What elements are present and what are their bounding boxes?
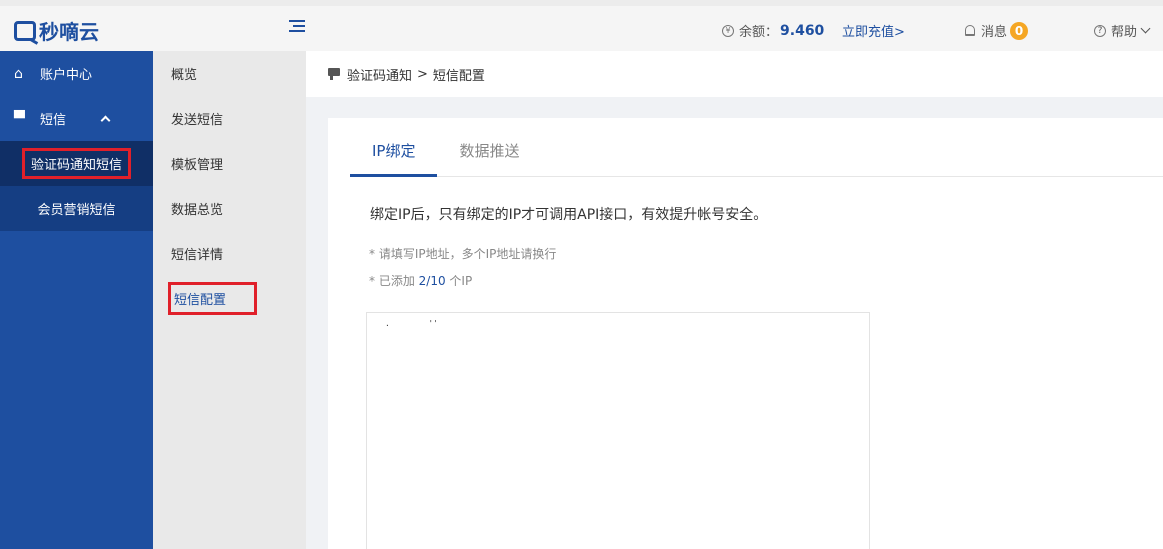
ip-count-suffix: 个IP — [445, 274, 473, 288]
sidebar: ⌂ 账户中心 ▀ 短信 验证码通知短信 会员营销短信 — [0, 51, 153, 549]
tab-ip-binding[interactable]: IP绑定 — [350, 118, 438, 177]
ip-input-hint: * 请填写IP地址，多个IP地址请换行 — [369, 247, 557, 261]
menu-item-sms-config[interactable]: 短信配置 — [153, 276, 306, 321]
bell-icon — [965, 25, 975, 36]
messages-count-badge: 0 — [1010, 21, 1029, 40]
home-icon: ⌂ — [14, 65, 23, 82]
breadcrumb: 验证码通知 > 短信配置 — [306, 51, 1163, 97]
message-icon: ▀ — [14, 110, 25, 127]
ip-binding-description: 绑定IP后，只有绑定的IP才可调用API接口，有效提升帐号安全。 — [370, 207, 768, 223]
ip-list-textarea[interactable]: . '' — [366, 312, 870, 549]
tab-bar: IP绑定 数据推送 — [350, 118, 1163, 177]
menu-item-overview[interactable]: 概览 — [153, 51, 306, 96]
sidebar-submenu: 验证码通知短信 会员营销短信 — [0, 141, 153, 231]
sidebar-subitem-marketing-sms[interactable]: 会员营销短信 — [0, 186, 153, 231]
chevron-up-icon — [100, 115, 111, 126]
menu-item-send-sms[interactable]: 发送短信 — [153, 96, 306, 141]
help-icon: ? — [1094, 24, 1106, 37]
breadcrumb-parent[interactable]: 验证码通知 — [347, 65, 412, 84]
logo[interactable]: 秒嘀云 — [14, 16, 99, 45]
config-card: IP绑定 数据推送 绑定IP后，只有绑定的IP才可调用API接口，有效提升帐号安… — [328, 118, 1163, 549]
sidebar-item-account[interactable]: ⌂ 账户中心 — [0, 51, 153, 96]
sidebar-item-label: 账户中心 — [40, 68, 93, 83]
secondary-menu: 概览 发送短信 模板管理 数据总览 短信详情 短信配置 — [153, 51, 306, 549]
recharge-link[interactable]: 立即充值> — [842, 21, 905, 40]
top-header: 秒嘀云 ¥ 余额： 9.460 立即充值> 消息 0 ? 帮助 — [0, 0, 1163, 51]
balance-value: 9.460 — [780, 22, 825, 39]
message-icon — [328, 68, 342, 80]
menu-item-data-overview[interactable]: 数据总览 — [153, 186, 306, 231]
sidebar-subitem-label: 会员营销短信 — [37, 203, 116, 218]
help-label: 帮助 — [1111, 25, 1138, 40]
coin-icon: ¥ — [722, 24, 734, 37]
menu-toggle-icon[interactable] — [289, 20, 305, 34]
logo-text: 秒嘀云 — [39, 20, 99, 44]
logo-icon — [14, 20, 36, 41]
chevron-down-icon — [1140, 23, 1151, 34]
ip-count-hint: * 已添加 2/10 个IP — [369, 272, 472, 289]
sidebar-item-label: 短信 — [40, 113, 67, 128]
menu-item-sms-details[interactable]: 短信详情 — [153, 231, 306, 276]
balance-display: ¥ 余额： 9.460 — [722, 21, 824, 40]
breadcrumb-current: 短信配置 — [432, 68, 485, 84]
ip-count-value: 2/10 — [418, 274, 446, 288]
help-menu[interactable]: ? 帮助 — [1094, 21, 1151, 40]
ip-count-prefix: * 已添加 — [369, 274, 419, 288]
sidebar-subitem-label: 验证码通知短信 — [21, 148, 131, 179]
menu-item-label: 短信配置 — [168, 282, 258, 315]
sidebar-subitem-verification-sms[interactable]: 验证码通知短信 — [0, 141, 153, 186]
balance-label: 余额： — [739, 25, 779, 40]
sidebar-item-sms[interactable]: ▀ 短信 — [0, 96, 153, 141]
menu-item-template-management[interactable]: 模板管理 — [153, 141, 306, 186]
messages-label: 消息 — [981, 25, 1008, 40]
messages-button[interactable]: 消息 0 — [965, 21, 1029, 40]
breadcrumb-separator: > — [417, 66, 428, 82]
tab-data-push[interactable]: 数据推送 — [437, 118, 541, 177]
